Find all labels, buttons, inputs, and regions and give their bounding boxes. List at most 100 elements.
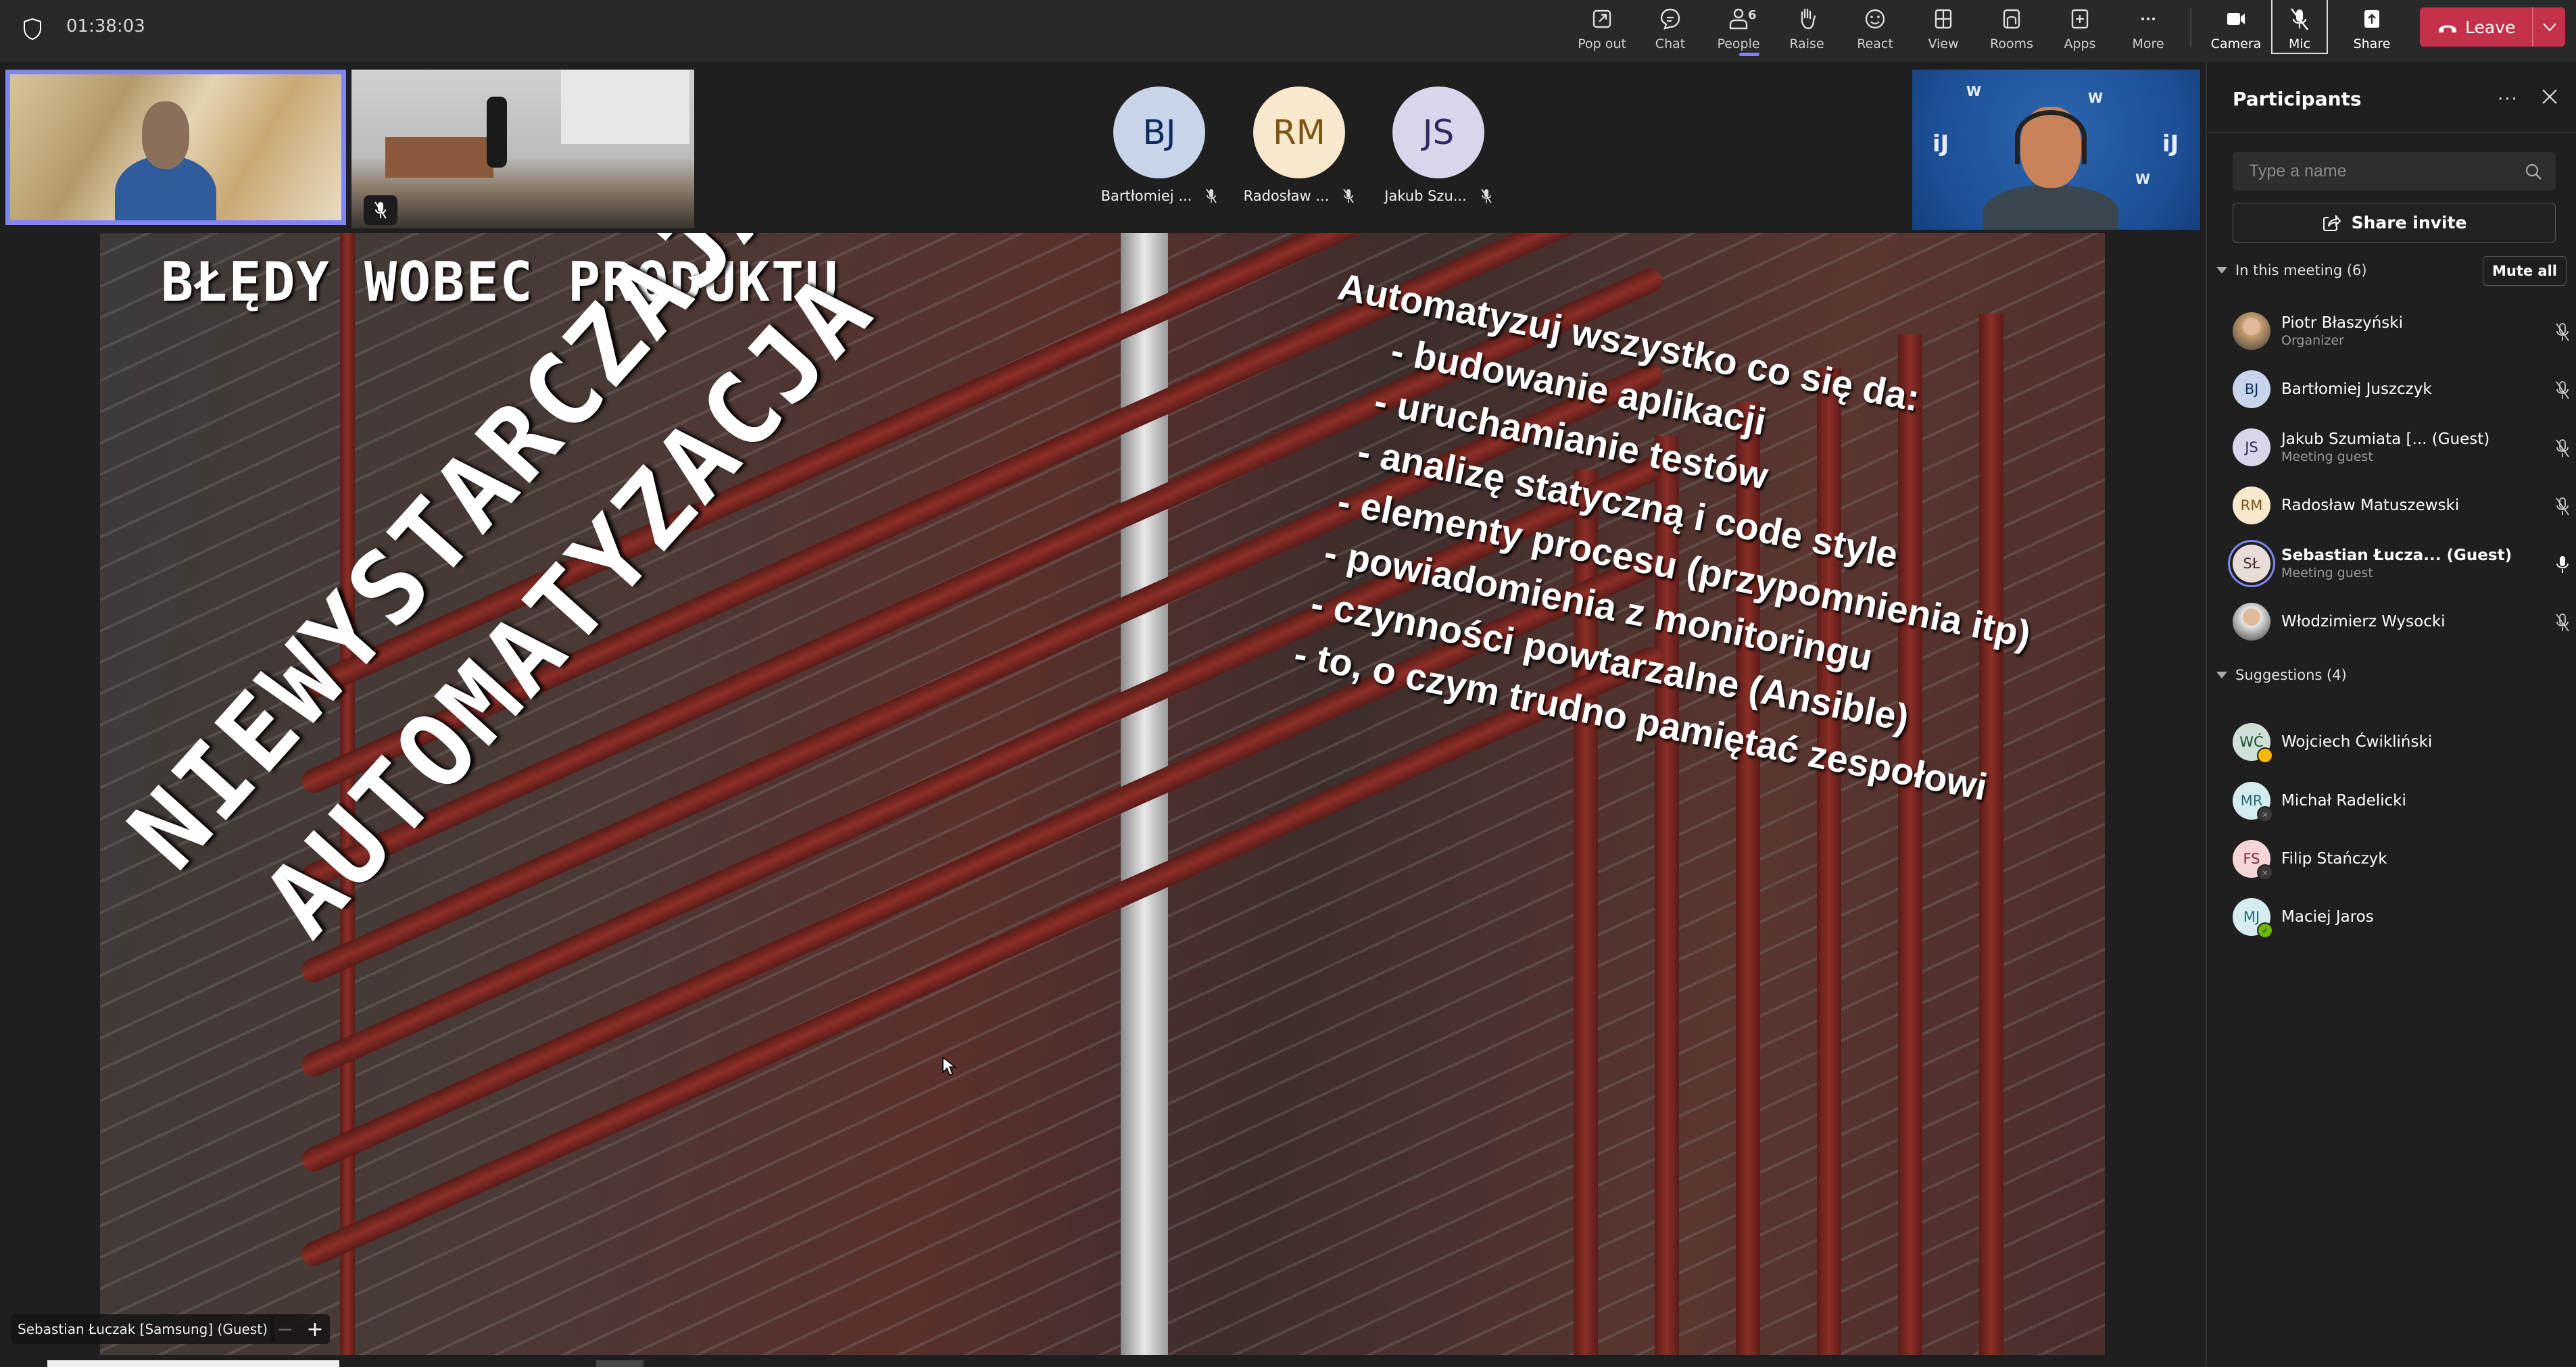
background-logo-icon: iJ [2162,130,2179,157]
in-meeting-section-header[interactable]: In this meeting (6) [2216,262,2367,278]
participant-name: Piotr Błaszyński [2281,314,2403,332]
suggestion-row[interactable]: MR × Michał Radelicki [2233,780,2571,822]
participant-text: Filip Stańczyk [2281,850,2387,868]
mic-on-icon [2556,556,2569,573]
suggestion-row[interactable]: FS × Filip Stańczyk [2233,839,2571,880]
chat-button[interactable]: Chat [1636,0,1704,62]
suggestion-row[interactable]: MJ ✓ Maciej Jaros [2233,897,2571,939]
participant-row[interactable]: BJ Bartłomiej Juszczyk [2233,369,2571,409]
video-tile-classroom[interactable] [351,70,694,228]
participant-text: Radosław Matuszewski [2281,497,2459,514]
participant-name: Jakub Szu... [1384,188,1467,204]
view-button[interactable]: View [1910,0,1977,62]
participant-name: Jakub Szumiata [... (Guest) [2281,430,2490,448]
taskbar-window-preview [47,1360,339,1367]
avatar: BJ [1113,86,1205,178]
raise-hand-icon [1801,8,1816,30]
participant-row[interactable]: Piotr Błaszyński Organizer [2233,311,2571,351]
background-logo-icon: W [2088,90,2104,106]
chevron-down-icon [2542,23,2556,32]
participant-mic-status[interactable] [2554,438,2571,461]
leave-button-group: Leave [2420,7,2565,47]
people-button[interactable]: 6 People [1705,0,1772,62]
participant-name: Radosław Matuszewski [2281,497,2460,514]
participants-panel: Participants ··· Share invite In this me… [2206,62,2576,1367]
participant-mic-status[interactable] [2554,380,2571,403]
avatar: JS [2233,428,2270,466]
leave-options-chevron[interactable] [2533,22,2565,32]
background-logo-icon: iJ [1933,130,1949,157]
background-logo-icon: W [2135,171,2151,187]
suggestions-section-header[interactable]: Suggestions (4) [2216,667,2347,683]
participant-role: Meeting guest [2281,449,2373,464]
toolbar-divider [2190,8,2191,47]
apps-button[interactable]: Apps [2046,0,2114,62]
react-button[interactable]: React [1841,0,1909,62]
participant-row[interactable]: SŁ Sebastian Łucza... (Guest) Meeting gues… [2233,543,2571,584]
participant-mic-status[interactable] [2554,612,2571,635]
zoom-out-button[interactable]: − [276,1318,293,1341]
meeting-toolbar: 01:38:03 Pop out Chat 6 People Raise Rea… [0,0,2576,62]
presence-offline-icon: × [2257,864,2273,880]
raise-hand-button[interactable]: Raise [1773,0,1841,62]
avatar: MR × [2233,782,2273,822]
participant-name: Filip Stańczyk [2281,850,2387,868]
self-view-person-body [1983,184,2118,230]
classroom-lecturer [487,97,507,168]
mic-off-icon [2291,8,2308,30]
video-tile-active-speaker[interactable] [5,70,346,225]
meeting-timer: 01:38:03 [66,16,145,36]
zoom-in-button[interactable]: + [306,1318,323,1341]
mute-all-button[interactable]: Mute all [2483,256,2567,286]
shared-screen-slide[interactable]: BŁĘDY WOBEC PRODUKTU NIEWYSTARCZAJĄCA AU… [100,233,2105,1355]
camera-icon [2227,13,2245,25]
participant-text: Michał Radelicki [2281,792,2406,810]
mic-off-icon [1343,189,1355,203]
participant-name: Sebastian Łucza... (Guest) [2281,547,2512,564]
participant-photo [2233,603,2270,641]
participant-row[interactable]: RM Radosław Matuszewski [2233,485,2571,526]
leave-button[interactable]: Leave [2420,7,2534,47]
mic-button[interactable]: Mic [2271,0,2328,54]
participant-text: Bartłomiej Juszczyk [2281,380,2432,398]
camera-button[interactable]: Camera [2202,0,2270,62]
people-count-badge: 6 [1748,8,1757,22]
panel-title: Participants [2233,88,2362,110]
suggestion-row[interactable]: WĆ Wojciech Ćwikliński [2233,722,2571,764]
avatar: BJ [2233,370,2270,408]
rooms-button[interactable]: Rooms [1978,0,2045,62]
participant-photo [2233,312,2270,350]
participant-row[interactable]: Włodzimierz Wysocki [2233,601,2571,642]
pop-out-icon [1593,9,1611,28]
presence-available-icon: ✓ [2257,922,2273,939]
participant-name: Włodzimierz Wysocki [2281,613,2446,630]
more-button[interactable]: More [2114,0,2182,62]
participant-text: Wojciech Ćwikliński [2281,733,2432,751]
participant-mic-status[interactable] [2554,322,2571,345]
share-button[interactable]: Share [2338,0,2406,62]
chat-icon [1660,8,1680,30]
participant-mic-status[interactable] [2554,496,2571,519]
more-options-icon[interactable]: ··· [2498,89,2519,109]
participant-name: Bartłomiej Juszczyk [2281,380,2432,398]
avatar-tile-js[interactable]: JS Jakub Szu... [1371,86,1506,204]
avatar-tile-rm[interactable]: RM Radosław ... [1232,86,1367,204]
participant-row[interactable]: JS Jakub Szumiata [... (Guest) Meeting gue… [2233,427,2571,468]
close-icon[interactable] [2541,88,2558,105]
participant-text: Maciej Jaros [2281,908,2374,926]
self-view-video[interactable]: iJ iJ W W W [1912,70,2200,230]
mic-off-icon [374,201,387,219]
shield-icon [24,18,41,41]
collapse-triangle-icon [2216,672,2227,678]
search-icon [2525,164,2542,180]
share-invite-button[interactable]: Share invite [2233,203,2556,243]
presence-away-icon [2257,747,2273,764]
participant-name: Wojciech Ćwikliński [2281,733,2433,751]
avatar-tile-bj[interactable]: BJ Bartłomiej ... [1092,86,1227,204]
participant-search-input[interactable] [2247,161,2521,182]
avatar: RM [1253,86,1345,178]
pop-out-button[interactable]: Pop out [1568,0,1636,62]
participant-role: Meeting guest [2281,566,2373,580]
slide-bullet-list: Automatyzuj wszystko co się da: - budowa… [1263,260,2075,816]
participant-mic-status[interactable] [2554,554,2571,577]
